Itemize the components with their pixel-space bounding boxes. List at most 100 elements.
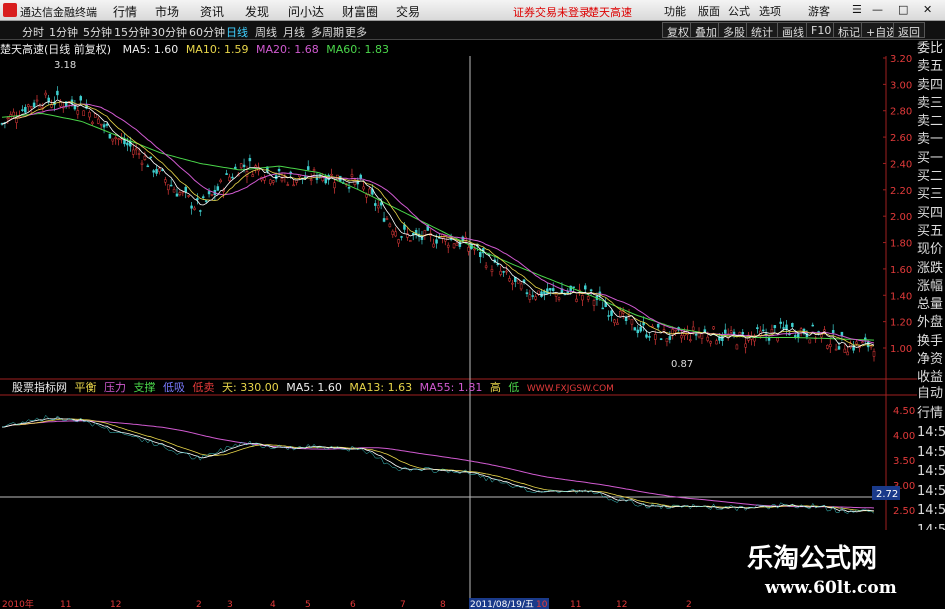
- period-fenshi[interactable]: 分时: [22, 24, 44, 40]
- menu-faxian[interactable]: 发现: [245, 3, 269, 20]
- ma5-value: MA5: 1.60: [122, 43, 179, 56]
- candle-body: [479, 251, 482, 258]
- candle-body: [388, 223, 392, 227]
- quote-field-label: 涨跌: [917, 260, 944, 276]
- candle-body: [668, 336, 672, 340]
- period-60min[interactable]: 60分钟: [189, 24, 225, 40]
- period-toolbar: 分时 1分钟 5分钟 15分钟 30分钟 60分钟 日线 周线 月线 多周期 更…: [0, 21, 945, 40]
- period-monthly[interactable]: 月线: [283, 24, 305, 40]
- price-tick: 2.00: [890, 212, 912, 223]
- quote-field-label: 卖五: [917, 59, 944, 75]
- candle-body: [379, 202, 383, 206]
- candle-body: [484, 265, 488, 268]
- candle-body: [108, 133, 112, 139]
- candle-body: [143, 155, 147, 160]
- candle-body: [126, 142, 129, 146]
- candle-body: [840, 331, 844, 337]
- btn-gongshi[interactable]: 公式: [728, 3, 750, 19]
- tool-tongji[interactable]: 统计: [746, 22, 778, 39]
- candle-body: [248, 158, 252, 162]
- tool-fanhui[interactable]: 返回: [893, 22, 925, 39]
- candle-body: [149, 156, 152, 159]
- trade-login-alert[interactable]: 证券交易未登录: [513, 4, 590, 20]
- close-icon[interactable]: ✕: [923, 3, 932, 16]
- candle-body: [499, 270, 502, 275]
- legend-ma55: MA55: 1.81: [419, 381, 483, 394]
- candle-body: [791, 323, 794, 327]
- candle-body: [592, 300, 596, 306]
- candle-body: [709, 341, 712, 344]
- candle-body: [689, 339, 692, 341]
- period-weekly[interactable]: 周线: [255, 24, 277, 40]
- menu-icon[interactable]: ☰: [852, 3, 862, 16]
- menu-zixun[interactable]: 资讯: [200, 3, 224, 20]
- candle-body: [694, 334, 698, 336]
- candle-body: [630, 318, 634, 325]
- candle-body: [394, 231, 397, 237]
- quote-field-label: 买一: [917, 150, 944, 166]
- candle-body: [184, 186, 187, 193]
- btn-xuanxiang[interactable]: 选项: [759, 3, 781, 19]
- menu-jiaoyi[interactable]: 交易: [396, 3, 420, 20]
- quote-side-panel[interactable]: 委比 卖五 卖四 卖三 卖二 卖一 买一 买二 买三 买四 买五 现价 涨跌 涨幅 总量 外盘 换手 净资 收益: [917, 40, 945, 385]
- candle-body: [665, 338, 669, 343]
- tick-time-label: 行情: [917, 405, 944, 421]
- tool-f10[interactable]: F10: [806, 22, 837, 38]
- candle-body: [633, 327, 637, 331]
- btn-gongneng[interactable]: 功能: [664, 3, 686, 19]
- candle-body: [181, 191, 185, 194]
- candle-body: [843, 348, 847, 353]
- btn-banmian[interactable]: 版面: [698, 3, 720, 19]
- candle-body: [855, 341, 858, 345]
- tick-time-label: 14:50: [917, 483, 945, 499]
- candle-body: [729, 330, 733, 333]
- candle-body: [190, 205, 193, 209]
- period-more[interactable]: 更多: [345, 24, 367, 40]
- quote-field-label: 总量: [917, 297, 944, 313]
- candle-body: [368, 188, 371, 195]
- quote-field-label: 外盘: [917, 315, 944, 331]
- period-5min[interactable]: 5分钟: [83, 24, 112, 40]
- candle-body: [306, 166, 310, 170]
- candle-body: [382, 218, 386, 222]
- candle-body: [700, 333, 704, 339]
- maximize-icon[interactable]: □: [898, 3, 908, 16]
- candle-body: [140, 162, 144, 165]
- candle-body: [691, 326, 695, 331]
- period-30min[interactable]: 30分钟: [151, 24, 187, 40]
- candle-body: [277, 168, 281, 172]
- menu-wenxiaoda[interactable]: 问小达: [288, 3, 324, 20]
- menu-caifuquan[interactable]: 财富圈: [342, 3, 378, 20]
- date-tick: 12: [616, 600, 627, 609]
- minimize-icon[interactable]: —: [872, 3, 883, 16]
- candle-body: [193, 207, 196, 210]
- candle-body: [397, 239, 400, 244]
- date-tick: 2: [196, 600, 202, 609]
- main-legend: 楚天高速(日线 前复权) MA5: 1.60 MA10: 1.59 MA20: …: [0, 41, 389, 57]
- candle-body: [846, 351, 850, 356]
- candle-body: [225, 173, 228, 175]
- user-label[interactable]: 游客: [808, 3, 830, 19]
- candle-body: [586, 296, 590, 300]
- period-multi[interactable]: 多周期: [311, 24, 344, 40]
- period-15min[interactable]: 15分钟: [114, 24, 150, 40]
- price-tick: 1.20: [890, 318, 912, 329]
- menu-shichang[interactable]: 市场: [155, 3, 179, 20]
- tool-huaxian[interactable]: 画线: [777, 22, 809, 39]
- candle-body: [152, 170, 155, 173]
- candle-body: [508, 278, 511, 282]
- period-1min[interactable]: 1分钟: [49, 24, 78, 40]
- legend-site[interactable]: WWW.FXJGSW.COM: [527, 384, 614, 394]
- quote-field-label: 现价: [917, 242, 944, 258]
- legend-ma13: MA13: 1.63: [349, 381, 413, 394]
- lower-cursor-value: 2.72: [876, 489, 898, 500]
- high-annotation: 3.18: [54, 60, 76, 71]
- quote-field-label: 卖二: [917, 114, 944, 130]
- kline-charts[interactable]: 3.20 3.00 2.80 2.60 2.40 2.20 2.00 1.80 1.60 1.40…: [0, 40, 945, 598]
- period-daily[interactable]: 日线: [226, 24, 248, 40]
- candle-body: [654, 334, 657, 340]
- candle-body: [32, 102, 36, 108]
- candle-body: [312, 169, 316, 171]
- tick-time-label: 自动: [917, 386, 944, 401]
- menu-hangqing[interactable]: 行情: [113, 3, 137, 20]
